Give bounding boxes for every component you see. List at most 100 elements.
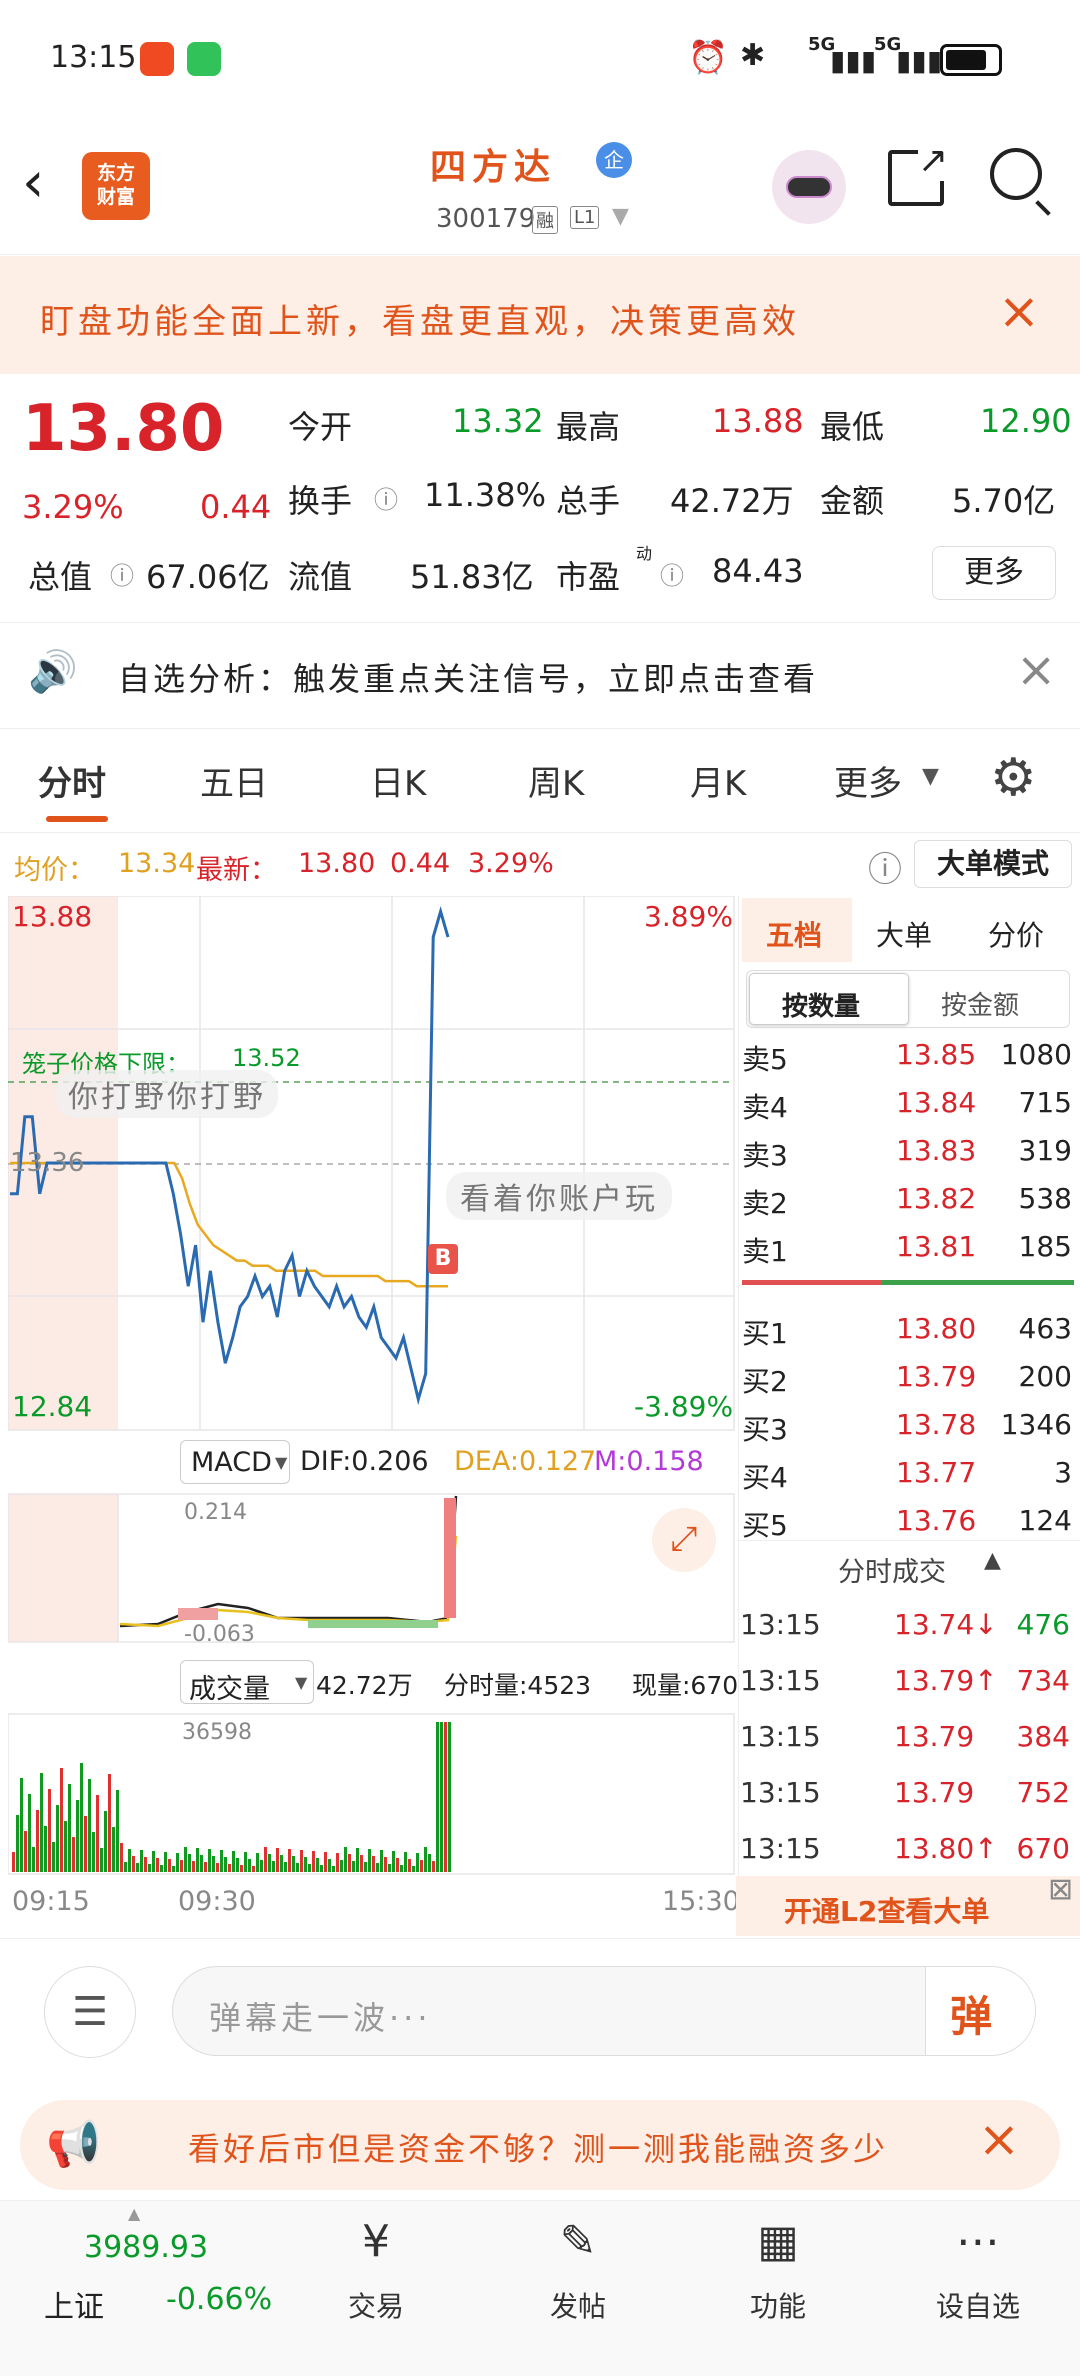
- info-icon[interactable]: ⓘ: [110, 556, 134, 591]
- dea-line: [119, 1535, 458, 1628]
- volume-bar: [244, 1852, 247, 1872]
- volume-bar: [300, 1850, 303, 1872]
- assistant-avatar[interactable]: [772, 150, 846, 224]
- close-icon[interactable]: ×: [978, 2110, 1020, 2168]
- chevron-up-icon[interactable]: ▲: [984, 1548, 1001, 1573]
- expand-icon[interactable]: ⤢: [652, 1508, 716, 1572]
- close-icon[interactable]: ×: [1016, 642, 1056, 698]
- intraday-chart[interactable]: [8, 896, 736, 1876]
- volume-bar: [388, 1864, 391, 1872]
- help-icon[interactable]: ⓘ: [868, 842, 902, 891]
- tab-price-dist[interactable]: 分价: [988, 914, 1044, 954]
- order-level-price: 13.77: [896, 1456, 977, 1489]
- tab-weekly-k[interactable]: 周K: [528, 756, 584, 805]
- volume-bar: [76, 1800, 79, 1872]
- tab-five-day[interactable]: 五日: [200, 756, 268, 805]
- nav-trade[interactable]: ¥ 交易: [306, 2200, 446, 2325]
- info-icon[interactable]: ⓘ: [660, 556, 684, 591]
- financing-banner[interactable]: 📢 看好后市但是资金不够？测一测我能融资多少 ×: [20, 2100, 1060, 2190]
- gear-icon[interactable]: ⚙: [990, 748, 1037, 808]
- dropdown-icon[interactable]: ▼: [612, 204, 629, 229]
- info-icon[interactable]: ⓘ: [374, 480, 398, 515]
- nav-post[interactable]: ✎ 发帖: [508, 2200, 648, 2325]
- tab-five-level[interactable]: 五档: [742, 898, 852, 962]
- buy-marker[interactable]: B: [428, 1244, 458, 1274]
- volume-bar: [116, 1790, 119, 1872]
- financing-banner-text: 看好后市但是资金不够？测一测我能融资多少: [188, 2130, 889, 2168]
- search-icon[interactable]: [990, 148, 1051, 216]
- tab-daily-k[interactable]: 日K: [370, 756, 426, 805]
- volume-bar: [68, 1784, 71, 1872]
- order-level-price: 13.83: [896, 1134, 977, 1167]
- order-level-row: 卖2 13.82 538: [742, 1174, 1072, 1222]
- order-level-volume: 200: [1018, 1360, 1072, 1393]
- chevron-up-icon[interactable]: ▲: [128, 2204, 140, 2223]
- tick-time: 13:15: [740, 1608, 821, 1641]
- by-amount-button[interactable]: 按金额: [941, 985, 1019, 1022]
- order-level-label: 买4: [742, 1461, 788, 1494]
- order-level-label: 卖4: [742, 1091, 788, 1124]
- volume-bar: [332, 1866, 335, 1872]
- big-order-mode-button[interactable]: 大单模式: [914, 840, 1072, 888]
- high-label: 最高: [556, 408, 621, 446]
- index-change[interactable]: -0.66%: [166, 2282, 272, 2317]
- volume-bar: [196, 1848, 199, 1872]
- close-icon[interactable]: ⊠: [1048, 1872, 1073, 1907]
- tab-intraday[interactable]: 分时: [38, 756, 106, 805]
- back-icon[interactable]: ‹: [22, 150, 44, 215]
- change-amount: 0.44: [200, 488, 272, 526]
- volume-bar: [276, 1848, 279, 1872]
- amount-value: 5.70亿: [952, 482, 1056, 520]
- ticks-title[interactable]: 分时成交: [838, 1550, 946, 1589]
- volume-bar: [412, 1866, 415, 1872]
- comment-input[interactable]: 弹幕走一波··· 弹: [172, 1966, 1036, 2056]
- tick-time: 13:15: [740, 1664, 821, 1697]
- tick-volume: 384: [1016, 1720, 1070, 1753]
- alert-bar[interactable]: 🔊 自选分析：触发重点关注信号，立即点击查看 ×: [0, 630, 1080, 720]
- macd-selector[interactable]: MACD ▼: [180, 1440, 290, 1484]
- m-value: M:0.158: [594, 1446, 704, 1477]
- volume-bar: [224, 1857, 227, 1872]
- close-icon[interactable]: ×: [998, 282, 1040, 340]
- volume-bar: [144, 1857, 147, 1872]
- share-icon[interactable]: ↗: [888, 140, 948, 206]
- tick-volume: 476: [1016, 1608, 1070, 1641]
- nav-add-watchlist[interactable]: ⋯ 设自选: [908, 2200, 1048, 2325]
- by-quantity-button[interactable]: 按数量: [749, 973, 909, 1025]
- danmaku-settings-icon[interactable]: ☰: [44, 1966, 136, 2058]
- volume-bar: [268, 1854, 271, 1872]
- tab-big-orders[interactable]: 大单: [876, 914, 932, 954]
- volume-bar: [340, 1860, 343, 1872]
- volume-bar: [404, 1852, 407, 1872]
- index-name[interactable]: 上证: [44, 2282, 104, 2326]
- volume-bar: [376, 1863, 379, 1872]
- chart-info-bar: 均价： 13.34 最新： 13.80 0.44 3.29% ⓘ 大单模式: [0, 836, 1080, 892]
- tab-monthly-k[interactable]: 月K: [690, 756, 746, 805]
- l2-promo[interactable]: 开通L2查看大单 ⊠: [736, 1872, 1080, 1936]
- volume-bar: [96, 1795, 99, 1872]
- tick-price: 13.80↑: [894, 1832, 998, 1865]
- mcap-label: 总值: [28, 558, 93, 596]
- stock-code: 300179: [436, 204, 536, 234]
- volume-bar: [220, 1850, 223, 1872]
- volume-bar: [408, 1859, 411, 1872]
- pe-label: 市盈: [556, 558, 621, 596]
- danmaku-send-button[interactable]: 弹: [925, 1967, 1035, 2055]
- volume-bar: [100, 1848, 103, 1872]
- message-notification-icon: [187, 42, 221, 76]
- volume-bar: [372, 1856, 375, 1872]
- app-notification-icon: [140, 42, 174, 76]
- mcap-value: 67.06亿: [146, 558, 270, 596]
- volume-bar: [104, 1811, 107, 1872]
- volume-bar: [136, 1863, 139, 1872]
- change-percent: 3.29%: [22, 488, 124, 526]
- nav-functions[interactable]: ▦ 功能: [708, 2200, 848, 2325]
- index-value[interactable]: 3989.93: [84, 2230, 208, 2265]
- feature-banner[interactable]: 盯盘功能全面上新，看盘更直观，决策更高效 ×: [0, 256, 1080, 374]
- more-button[interactable]: 更多: [932, 546, 1056, 600]
- volume-bar: [352, 1861, 355, 1872]
- order-level-volume: 538: [1018, 1182, 1072, 1215]
- volume-selector[interactable]: 成交量 ▼: [180, 1660, 314, 1705]
- status-bar: 13:15 ⏰ ✱ 5G ▮▮▮ 5G ▮▮▮: [0, 0, 1080, 120]
- tab-more[interactable]: 更多: [834, 756, 902, 805]
